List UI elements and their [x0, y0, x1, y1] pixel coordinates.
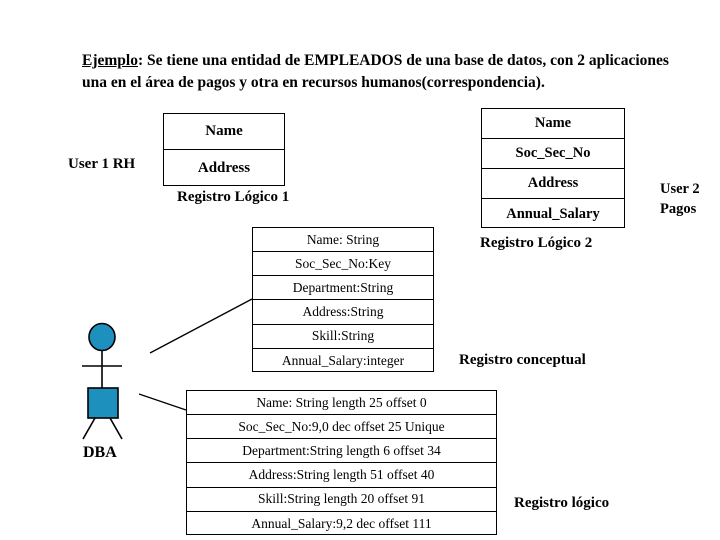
actor-body-icon [87, 387, 119, 419]
dba-actor-figure [82, 322, 123, 440]
actor-head-icon [88, 322, 116, 352]
table-row: Annual_Salary:9,2 dec offset 111 [251, 515, 432, 531]
dba-label: DBA [83, 444, 117, 461]
logical-record-1-caption: Registro Lógico 1 [177, 189, 290, 205]
table-row: Name [164, 114, 284, 150]
table-row: Skill:String length 20 offset 91 [187, 488, 496, 512]
table-row: Address:String [253, 300, 433, 325]
table-row: Name [482, 109, 624, 139]
page-title: Ejemplo: Se tiene una entidad de EMPLEAD… [82, 50, 682, 94]
table-row: Soc_Sec_No:Key [253, 252, 433, 277]
conceptual-record-table: Name: String Soc_Sec_No:Key Department:S… [252, 227, 434, 372]
conceptual-record-caption: Registro conceptual [459, 352, 586, 368]
user-2-label: User 2 Pagos [660, 179, 700, 219]
physical-record-table: Name: String length 25 offset 0 Soc_Sec_… [186, 390, 497, 535]
table-row: Department:String [253, 276, 433, 301]
table-row: Soc_Sec_No [482, 139, 624, 169]
table-row: Address:String length 51 offset 40 [187, 463, 496, 488]
physical-record-caption: Registro lógico [514, 495, 610, 511]
table-row: Name: String [253, 228, 433, 253]
table-row: Soc_Sec_No:9,0 dec offset 25 Unique [187, 415, 496, 440]
table-row: Address [482, 169, 624, 199]
table-row: Skill:String [253, 325, 433, 349]
table-row: Department:String length 6 offset 34 [187, 439, 496, 464]
table-row: Annual_Salary [506, 205, 600, 222]
logical-record-1-table: Name Address [163, 113, 285, 186]
logical-record-2-caption: Registro Lógico 2 [480, 235, 593, 251]
user-2-label-line-1: User 2 [660, 181, 700, 197]
heading-keyword: Ejemplo [82, 52, 138, 69]
table-row: Address [197, 159, 251, 176]
user-1-label: User 1 RH [68, 156, 136, 172]
table-row: Annual_Salary:integer [281, 352, 405, 368]
logical-record-2-table: Name Soc_Sec_No Address Annual_Salary [481, 108, 625, 228]
slide-canvas: Ejemplo: Se tiene una entidad de EMPLEAD… [0, 0, 720, 540]
heading-line-1: : Se tiene una entidad de EMPLEADOS de u… [137, 52, 585, 69]
table-row: Name: String length 25 offset 0 [187, 391, 496, 416]
actor-right-leg-line [109, 417, 123, 440]
user-2-label-line-2: Pagos [660, 201, 697, 217]
actor-left-leg-line [82, 417, 96, 440]
